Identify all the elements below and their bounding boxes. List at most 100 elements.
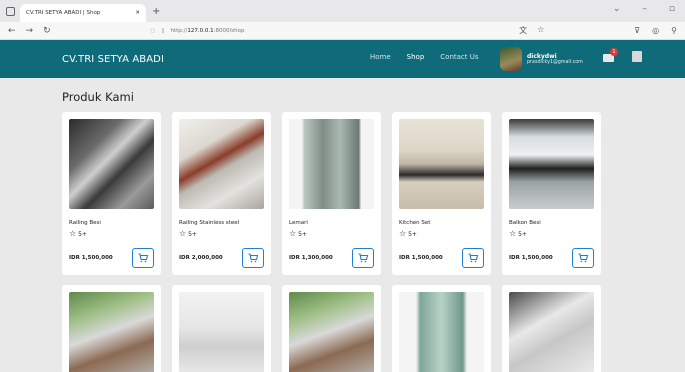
product-card[interactable] bbox=[172, 285, 271, 372]
product-card[interactable]: Railing Besi ☆ 5+ IDR 1,500,000 bbox=[62, 112, 161, 275]
user-email: prasdicky1@gmail.com bbox=[527, 60, 583, 65]
card-footer: IDR 1,500,000 bbox=[69, 248, 154, 268]
card-footer: IDR 1,500,000 bbox=[509, 248, 594, 268]
rating-value: 5+ bbox=[298, 231, 307, 238]
star-outline-icon: ☆ bbox=[289, 229, 297, 238]
balkon-besi-photo[interactable] bbox=[509, 119, 594, 209]
railing-stainless-photo[interactable] bbox=[179, 119, 264, 209]
card-footer: IDR 1,300,000 bbox=[289, 248, 374, 268]
cart-count-badge: 1 bbox=[610, 48, 618, 56]
product-rating: ☆ 5+ bbox=[509, 229, 594, 238]
rating-value: 5+ bbox=[78, 231, 87, 238]
product-name[interactable]: Railing Stainless steel bbox=[179, 220, 264, 226]
site-navbar: CV.TRI SETYA ABADI Home Shop Contact Us … bbox=[0, 40, 685, 78]
star-outline-icon: ☆ bbox=[69, 229, 77, 238]
cart-icon bbox=[358, 253, 369, 263]
product-rating: ☆ 5+ bbox=[289, 229, 374, 238]
chevron-down-icon[interactable]: ⌄ bbox=[613, 4, 621, 14]
extensions: ⊽ ◎ ⚲ bbox=[634, 26, 677, 35]
rating-value: 5+ bbox=[518, 231, 527, 238]
maximize-button[interactable]: ▫ bbox=[669, 4, 675, 14]
product-rating: ☆ 5+ bbox=[179, 229, 264, 238]
window-controls: ⌄ – ▫ bbox=[613, 4, 675, 14]
lemari-photo[interactable] bbox=[289, 119, 374, 209]
user-name: dickydwi bbox=[527, 53, 557, 60]
add-to-cart-button[interactable] bbox=[242, 248, 264, 268]
star-outline-icon: ☆ bbox=[399, 229, 407, 238]
rating-value: 5+ bbox=[408, 231, 417, 238]
product-card[interactable]: Railing Stainless steel ☆ 5+ IDR 2,000,0… bbox=[172, 112, 271, 275]
tab-overview-icon[interactable] bbox=[6, 6, 15, 16]
product-card[interactable] bbox=[62, 285, 161, 372]
shield-icon: ◌ bbox=[150, 27, 156, 34]
product-name[interactable]: Lemari bbox=[289, 220, 374, 226]
product-photo[interactable] bbox=[289, 292, 374, 372]
product-price: IDR 1,500,000 bbox=[509, 255, 553, 261]
product-rating: ☆ 5+ bbox=[69, 229, 154, 238]
card-footer: IDR 1,500,000 bbox=[399, 248, 484, 268]
product-price: IDR 1,500,000 bbox=[69, 255, 113, 261]
rating-value: 5+ bbox=[188, 231, 197, 238]
railing-besi-photo[interactable] bbox=[69, 119, 154, 209]
product-price: IDR 2,000,000 bbox=[179, 255, 223, 261]
product-name[interactable]: Balkon Besi bbox=[509, 220, 594, 226]
new-tab-button[interactable]: + bbox=[152, 6, 160, 17]
add-to-cart-button[interactable] bbox=[132, 248, 154, 268]
address-bar-row: ← → ↻ ◌ ▯ http://127.0.0.1:8000/shop 文 ☆… bbox=[0, 22, 685, 40]
product-card[interactable]: Lemari ☆ 5+ IDR 1,300,000 bbox=[282, 112, 381, 275]
address-field[interactable]: ◌ ▯ http://127.0.0.1:8000/shop bbox=[151, 28, 509, 34]
back-icon[interactable]: ← bbox=[8, 26, 16, 36]
tab-title: CV.TRI SETYA ABADI | Shop bbox=[26, 10, 101, 16]
product-card[interactable] bbox=[502, 285, 601, 372]
pocket-icon[interactable]: ⊽ bbox=[634, 26, 640, 35]
product-photo[interactable] bbox=[509, 292, 594, 372]
address-actions: 文 ☆ bbox=[519, 25, 544, 36]
nav-home[interactable]: Home bbox=[370, 53, 391, 61]
minimize-button[interactable]: – bbox=[642, 4, 647, 14]
reload-icon[interactable]: ↻ bbox=[43, 26, 51, 36]
page-icon: ▯ bbox=[161, 27, 165, 34]
forward-icon[interactable]: → bbox=[26, 26, 34, 36]
brand-logo-text[interactable]: CV.TRI SETYA ABADI bbox=[62, 54, 164, 65]
product-name[interactable]: Kitchen Set bbox=[399, 220, 484, 226]
star-outline-icon: ☆ bbox=[509, 229, 517, 238]
account-icon[interactable]: ◎ bbox=[652, 26, 659, 35]
product-price: IDR 1,500,000 bbox=[399, 255, 443, 261]
product-price: IDR 1,300,000 bbox=[289, 255, 333, 261]
nav-contact[interactable]: Contact Us bbox=[440, 53, 478, 61]
product-name[interactable]: Railing Besi bbox=[69, 220, 154, 226]
add-to-cart-button[interactable] bbox=[352, 248, 374, 268]
avatar bbox=[500, 47, 522, 71]
product-card[interactable] bbox=[282, 285, 381, 372]
cart-icon bbox=[248, 253, 259, 263]
product-card[interactable]: Kitchen Set ☆ 5+ IDR 1,500,000 bbox=[392, 112, 491, 275]
cart-icon bbox=[138, 253, 149, 263]
nav-menu: Home Shop Contact Us bbox=[370, 53, 479, 61]
url-text: http://127.0.0.1:8000/shop bbox=[170, 27, 245, 34]
add-to-cart-button[interactable] bbox=[572, 248, 594, 268]
page-title: Produk Kami bbox=[62, 90, 134, 104]
product-photo[interactable] bbox=[399, 292, 484, 372]
nav-cart-button[interactable]: 1 bbox=[603, 48, 618, 62]
close-tab-icon[interactable]: ✕ bbox=[135, 10, 140, 16]
product-rating: ☆ 5+ bbox=[399, 229, 484, 238]
cart-icon bbox=[578, 253, 589, 263]
star-outline-icon: ☆ bbox=[179, 229, 187, 238]
browser-tabbar: CV.TRI SETYA ABADI | Shop ✕ + ⌄ – ▫ bbox=[0, 0, 685, 22]
kitchen-set-photo[interactable] bbox=[399, 119, 484, 209]
nav-shop[interactable]: Shop bbox=[407, 53, 425, 61]
browser-tab[interactable]: CV.TRI SETYA ABADI | Shop ✕ bbox=[20, 4, 146, 22]
bookmark-star-icon[interactable]: ☆ bbox=[537, 25, 544, 36]
product-photo[interactable] bbox=[69, 292, 154, 372]
extensions-icon[interactable]: ⚲ bbox=[671, 26, 677, 35]
product-grid: Railing Besi ☆ 5+ IDR 1,500,000 Railing … bbox=[62, 112, 685, 372]
orders-icon[interactable] bbox=[632, 51, 642, 62]
add-to-cart-button[interactable] bbox=[462, 248, 484, 268]
cart-icon bbox=[468, 253, 479, 263]
product-card[interactable]: Balkon Besi ☆ 5+ IDR 1,500,000 bbox=[502, 112, 601, 275]
product-card[interactable] bbox=[392, 285, 491, 372]
product-photo[interactable] bbox=[179, 292, 264, 372]
translate-icon[interactable]: 文 bbox=[519, 25, 527, 36]
main-content: Produk Kami Railing Besi ☆ 5+ IDR 1,500,… bbox=[0, 78, 685, 372]
user-profile[interactable]: dickydwi prasdicky1@gmail.com bbox=[500, 47, 583, 71]
